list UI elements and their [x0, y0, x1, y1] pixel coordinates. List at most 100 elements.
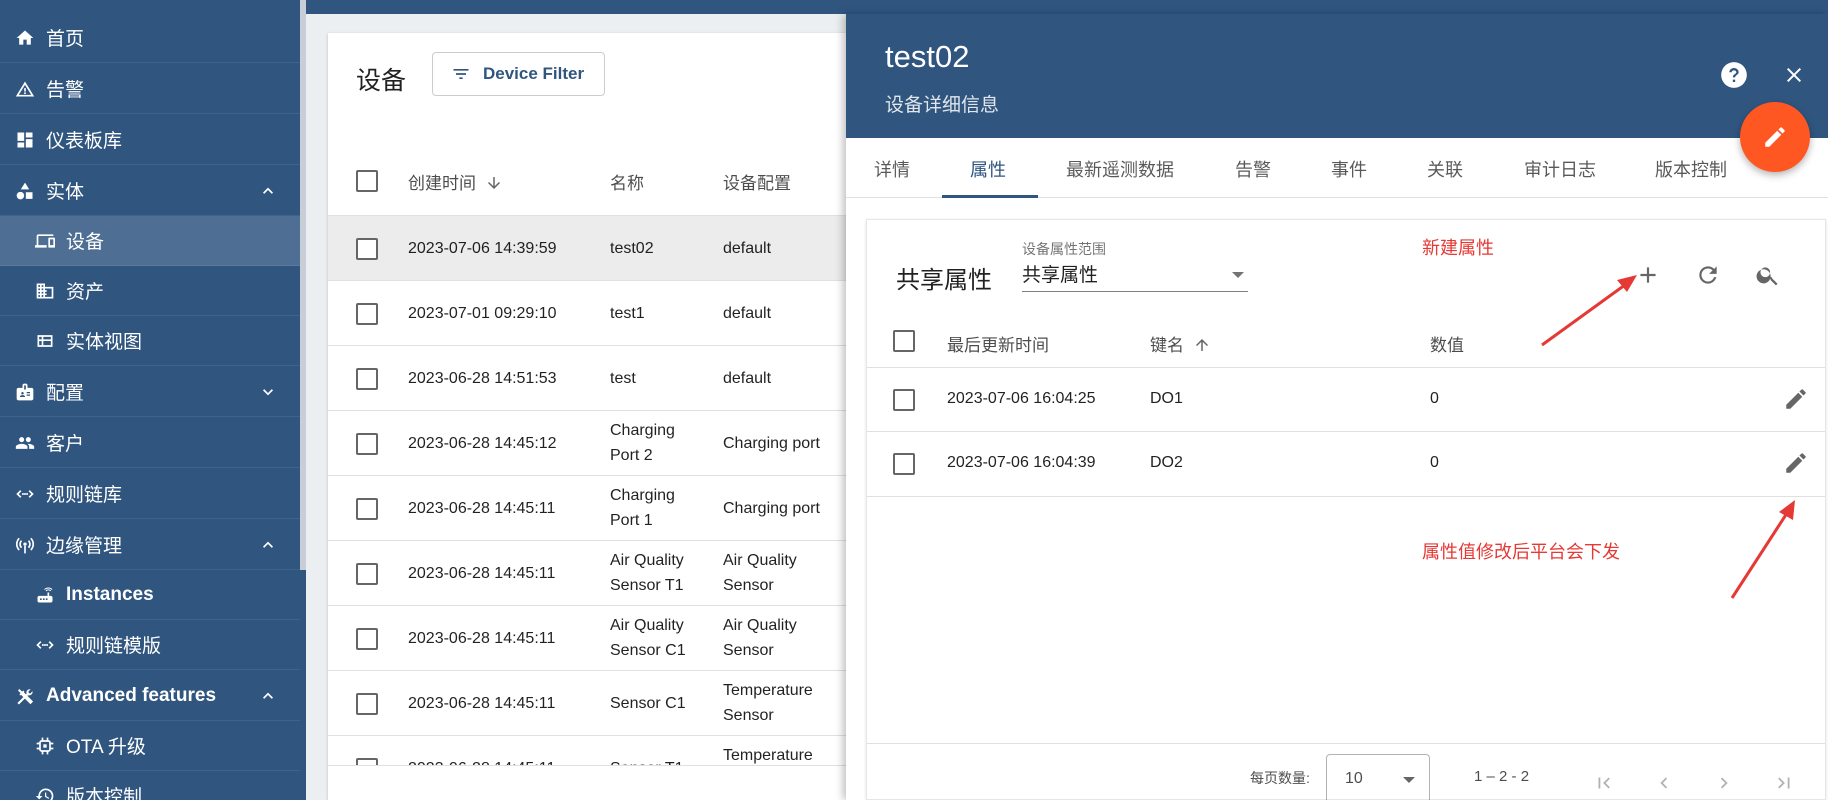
sidebar-item-devices[interactable]: 设备	[0, 216, 300, 266]
edit-icon[interactable]	[1783, 450, 1809, 476]
row-checkbox[interactable]	[356, 498, 378, 520]
history-icon	[34, 785, 56, 800]
search-icon[interactable]	[1755, 262, 1781, 288]
active-tab-indicator	[942, 195, 1038, 198]
row-checkbox[interactable]	[356, 433, 378, 455]
cell-created: 2023-06-28 14:45:11	[408, 630, 556, 647]
row-checkbox[interactable]	[893, 453, 915, 475]
sidebar-item-label: 版本控制	[66, 787, 143, 800]
tab-version-control[interactable]: 版本控制	[1655, 156, 1727, 182]
cell-name: test02	[610, 240, 654, 257]
table-row[interactable]: 2023-06-28 14:45:11 Air Quality Sensor T…	[328, 541, 848, 606]
sidebar-item-label: 实体视图	[66, 332, 143, 353]
cell-profile: Temperature Sensor	[723, 682, 813, 724]
next-page-icon[interactable]	[1713, 772, 1735, 794]
sidebar-item-advanced-features[interactable]: Advanced features	[0, 671, 300, 721]
attribute-row[interactable]: 2023-07-06 16:04:39 DO2 0	[867, 432, 1825, 497]
tab-alarms[interactable]: 告警	[1235, 156, 1271, 182]
table-row[interactable]: 2023-07-06 14:39:59 test02 default	[328, 216, 848, 281]
device-filter-button[interactable]: Device Filter	[432, 52, 605, 96]
previous-page-icon[interactable]	[1653, 772, 1675, 794]
attribute-row[interactable]: 2023-07-06 16:04:25 DO1 0	[867, 367, 1825, 432]
column-header-name[interactable]: 名称	[610, 169, 644, 194]
column-header-created[interactable]: 创建时间	[408, 169, 503, 194]
devices-table-card: 设备 Device Filter 创建时间 名称 设备配置 2023-07-06…	[328, 33, 848, 800]
annotation-arrow-edit	[1730, 500, 1795, 599]
tab-relations[interactable]: 关联	[1427, 156, 1463, 182]
cell-key: DO2	[1150, 454, 1183, 471]
sidebar-item-instances[interactable]: Instances	[0, 570, 300, 620]
cell-name: Air Quality Sensor C1	[610, 617, 686, 659]
sidebar-item-home[interactable]: 首页	[0, 13, 300, 63]
row-checkbox[interactable]	[893, 389, 915, 411]
column-header-profile[interactable]: 设备配置	[723, 169, 791, 194]
close-icon[interactable]	[1782, 63, 1806, 87]
sidebar-item-rule-templates[interactable]: 规则链模版	[0, 620, 300, 670]
refresh-icon[interactable]	[1695, 262, 1721, 288]
table-row[interactable]: 2023-06-28 14:45:11 Sensor C1 Temperatur…	[328, 671, 848, 736]
table-row[interactable]: 2023-06-28 14:45:12 Charging Port 2 Char…	[328, 411, 848, 476]
filter-icon	[453, 69, 469, 79]
last-page-icon[interactable]	[1773, 772, 1795, 794]
row-checkbox[interactable]	[356, 693, 378, 715]
row-checkbox[interactable]	[356, 758, 378, 765]
entity-view-icon	[34, 330, 56, 352]
cell-profile: default	[723, 240, 772, 257]
row-checkbox[interactable]	[356, 238, 378, 260]
sidebar-item-ota-updates[interactable]: OTA 升级	[0, 721, 300, 771]
asset-icon	[34, 280, 56, 302]
cell-profile: Charging port	[723, 500, 820, 517]
rule-template-icon	[34, 634, 56, 656]
cell-created: 2023-06-28 14:45:11	[408, 500, 556, 517]
attribute-scope-select[interactable]: 共享属性	[1022, 260, 1248, 292]
help-icon[interactable]	[1720, 61, 1748, 89]
sidebar-item-customers[interactable]: 客户	[0, 418, 300, 468]
sidebar-item-alarms[interactable]: 告警	[0, 64, 300, 114]
sidebar-item-rule-chains[interactable]: 规则链库	[0, 469, 300, 519]
table-row[interactable]: 2023-07-01 09:29:10 test1 default	[328, 281, 848, 346]
attribute-scope-value: 共享属性	[1022, 265, 1099, 286]
table-row[interactable]: 2023-06-28 14:45:11 Sensor T1 Temperatur…	[328, 736, 848, 766]
table-row[interactable]: 2023-06-28 14:45:11 Charging Port 1 Char…	[328, 476, 848, 541]
tab-attributes[interactable]: 属性	[970, 156, 1006, 182]
cell-profile: Temperature	[723, 747, 813, 764]
sidebar-item-version-control[interactable]: 版本控制	[0, 771, 300, 800]
select-all-attributes-checkbox[interactable]	[893, 330, 915, 352]
select-all-checkbox[interactable]	[356, 170, 378, 192]
cell-created: 2023-06-28 14:51:53	[408, 370, 557, 387]
tab-details[interactable]: 详情	[874, 156, 910, 182]
cell-name: Air Quality Sensor T1	[610, 552, 684, 594]
sidebar-item-dashboards[interactable]: 仪表板库	[0, 115, 300, 165]
arrow-down-icon	[487, 177, 500, 189]
entity-icon	[14, 180, 36, 202]
tab-latest-telemetry[interactable]: 最新遥测数据	[1066, 156, 1174, 182]
sidebar-item-label: 实体	[46, 182, 85, 203]
sidebar-item-edge-management[interactable]: 边缘管理	[0, 520, 300, 570]
sidebar-item-label: Advanced features	[46, 684, 217, 706]
tab-events[interactable]: 事件	[1331, 156, 1367, 182]
tab-audit-logs[interactable]: 审计日志	[1524, 156, 1596, 182]
column-header-value[interactable]: 数值	[1430, 331, 1464, 356]
sidebar-item-label: 仪表板库	[46, 131, 123, 152]
sidebar-item-profiles[interactable]: 配置	[0, 367, 300, 417]
sidebar-item-entities[interactable]: 实体	[0, 166, 300, 216]
table-row[interactable]: 2023-06-28 14:45:11 Air Quality Sensor C…	[328, 606, 848, 671]
dropdown-caret-icon	[1403, 777, 1415, 783]
column-header-key[interactable]: 键名	[1150, 331, 1211, 356]
column-label: 创建时间	[408, 174, 476, 193]
row-checkbox[interactable]	[356, 563, 378, 585]
cell-created: 2023-06-28 14:45:11	[408, 756, 555, 765]
first-page-icon[interactable]	[1593, 772, 1615, 794]
row-checkbox[interactable]	[356, 303, 378, 325]
table-row[interactable]: 2023-06-28 14:51:53 test default	[328, 346, 848, 411]
row-checkbox[interactable]	[356, 628, 378, 650]
column-header-last-update[interactable]: 最后更新时间	[947, 331, 1049, 356]
row-checkbox[interactable]	[356, 368, 378, 390]
attributes-card: 共享属性 设备属性范围 共享属性 新建属性 最后更新时间 键名 数值 2023-…	[866, 219, 1826, 800]
home-icon	[14, 27, 36, 49]
edit-icon[interactable]	[1783, 386, 1809, 412]
sidebar-item-entity-views[interactable]: 实体视图	[0, 316, 300, 366]
sidebar-item-assets[interactable]: 资产	[0, 266, 300, 316]
cell-profile: Air Quality Sensor	[723, 617, 797, 659]
page-size-select[interactable]: 10	[1326, 754, 1430, 800]
